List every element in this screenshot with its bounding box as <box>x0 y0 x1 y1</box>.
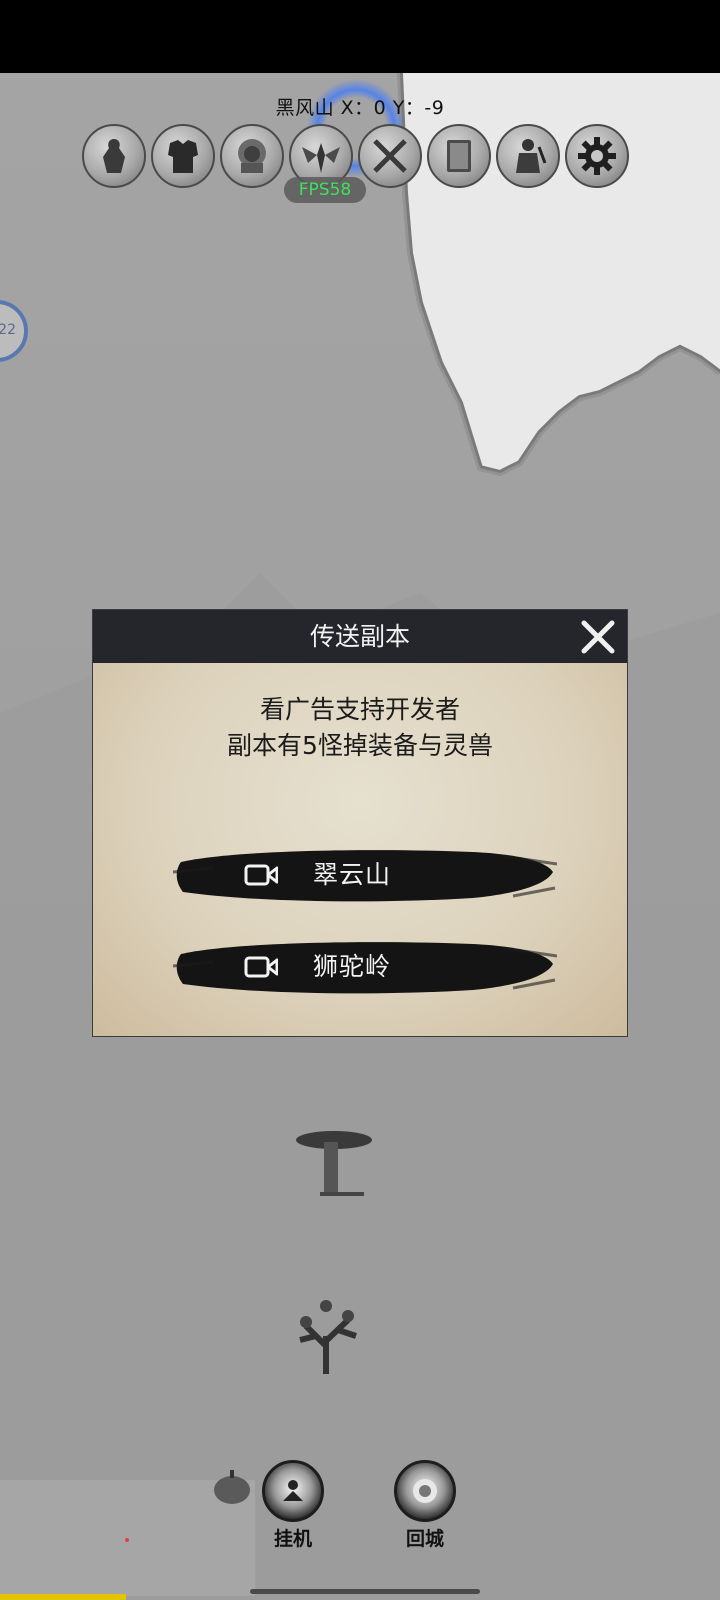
portal-orb-icon <box>413 1479 437 1503</box>
lion-beast-icon <box>238 139 266 173</box>
weapons-button[interactable] <box>358 124 422 188</box>
settings-button[interactable] <box>565 124 629 188</box>
teleport-cuiyunshan-button[interactable]: 翠云山 <box>173 842 557 908</box>
dialog-message-line2: 副本有5怪掉装备与灵兽 <box>227 731 493 760</box>
close-icon[interactable] <box>578 617 618 657</box>
teleport-shituoling-button[interactable]: 狮驼岭 <box>173 934 557 1000</box>
side-level-label: 22 <box>0 322 16 338</box>
hero-portrait-icon <box>103 139 125 173</box>
tree-decoration <box>296 1131 372 1196</box>
idle-label: 挂机 <box>273 1528 312 1550</box>
winged-warrior-icon <box>302 143 340 173</box>
status-bar <box>0 0 720 73</box>
minimap-player-dot <box>125 1538 129 1542</box>
idle-meditate-button[interactable] <box>262 1460 324 1522</box>
video-camera-icon <box>244 956 278 978</box>
hero-portrait-button[interactable] <box>82 124 146 188</box>
teleport-dungeon-dialog: 传送副本 看广告支持开发者 副本有5怪掉装备与灵兽 翠云山 狮驼岭 <box>93 610 627 1036</box>
teleport-shituoling-label: 狮驼岭 <box>313 952 392 981</box>
fps-counter: FPS58 <box>284 177 366 203</box>
experience-bar <box>0 1594 126 1600</box>
teleport-cuiyunshan-label: 翠云山 <box>313 860 392 889</box>
book-icon <box>447 140 471 172</box>
book-button[interactable] <box>427 124 491 188</box>
location-coordinates: 黑风山 X：0 Y：-9 <box>275 97 445 119</box>
general-icon <box>516 139 547 173</box>
return-to-city-button[interactable] <box>394 1460 456 1522</box>
general-button[interactable] <box>496 124 560 188</box>
return-label: 回城 <box>405 1528 444 1550</box>
bush-decoration <box>299 1300 357 1374</box>
armor-button[interactable] <box>151 124 215 188</box>
crossed-swords-icon <box>373 139 407 173</box>
dialog-message-line1: 看广告支持开发者 <box>259 695 460 724</box>
armor-icon <box>168 140 198 173</box>
video-camera-icon <box>244 864 278 886</box>
home-indicator[interactable] <box>250 1589 480 1594</box>
pumpkin-decoration <box>214 1470 250 1504</box>
meditation-icon <box>283 1480 303 1501</box>
gear-icon <box>578 137 616 175</box>
dialog-title: 传送副本 <box>309 622 410 651</box>
beast-button[interactable] <box>220 124 284 188</box>
